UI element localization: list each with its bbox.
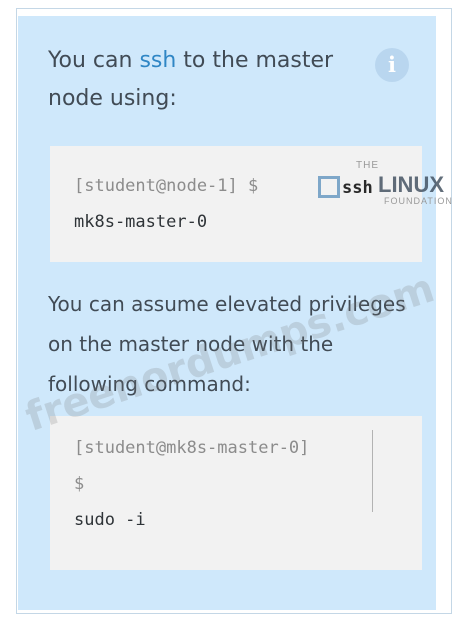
sudo-prompt-line-2: $ bbox=[74, 474, 84, 494]
ssh-prompt-line: [student@node-1] $ bbox=[74, 176, 258, 196]
ssh-prompt: [student@node-1] $ bbox=[74, 176, 259, 196]
intro-prefix: You can bbox=[48, 48, 140, 73]
sudo-command-line: sudo -i bbox=[74, 510, 146, 530]
logo-linux: LINUX bbox=[378, 172, 444, 197]
logo-square-icon bbox=[318, 176, 340, 198]
info-icon[interactable]: i bbox=[375, 48, 409, 82]
ssh-host: mk8s-master-0 bbox=[74, 212, 208, 232]
sudo-prompt-1: [student@mk8s-master-0] bbox=[74, 438, 310, 458]
logo-foundation: FOUNDATION bbox=[384, 196, 453, 206]
ssh-keyword: ssh bbox=[139, 48, 177, 73]
elevate-instructions: You can assume elevated privileges on th… bbox=[48, 292, 406, 396]
text-cursor-bar bbox=[372, 430, 373, 512]
ssh-host-line: mk8s-master-0 bbox=[74, 212, 207, 232]
intro-text: You can ssh to the master node using: bbox=[48, 42, 378, 118]
sudo-prompt-line-1: [student@mk8s-master-0] bbox=[74, 438, 309, 458]
linux-foundation-logo: ssh THE LINUX FOUNDATION bbox=[312, 160, 462, 212]
logo-the: THE bbox=[356, 160, 379, 171]
sudo-prompt-2: $ bbox=[74, 474, 85, 494]
info-icon-glyph: i bbox=[388, 52, 396, 77]
sudo-command-block[interactable]: [student@mk8s-master-0] $ sudo -i bbox=[50, 416, 422, 570]
sudo-command: sudo -i bbox=[74, 510, 146, 530]
ssh-command-text: ssh bbox=[342, 178, 373, 198]
